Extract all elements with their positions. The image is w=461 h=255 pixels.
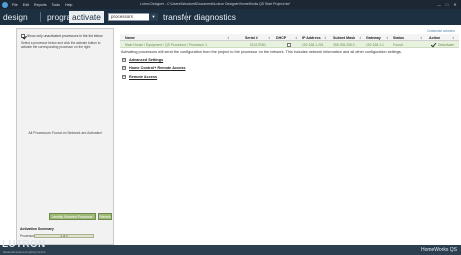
product-name: HomeWorks QS bbox=[420, 247, 457, 253]
expand-plus-icon[interactable]: + bbox=[122, 75, 126, 79]
column-header-ip[interactable]: IP Address bbox=[302, 36, 321, 40]
sort-icon[interactable]: ⇕ bbox=[359, 36, 362, 40]
maximize-icon[interactable]: □ bbox=[444, 2, 450, 7]
column-header-dhcp[interactable]: DHCP bbox=[276, 36, 286, 40]
sort-icon[interactable]: ⇕ bbox=[227, 36, 230, 40]
instructions-text: Select a processor below and click the a… bbox=[21, 41, 101, 49]
activation-summary-heading: Activation Summary bbox=[20, 227, 54, 231]
footer-bar bbox=[0, 245, 461, 255]
window-title: Lutron Designer - C:\Users\Woodsmt\Docum… bbox=[140, 2, 291, 6]
processor-select-value: processors bbox=[111, 14, 134, 19]
section-home-control-remote-access[interactable]: + Home Control+ Remote Access bbox=[122, 66, 186, 70]
grid-header: Name ⇕ Serial # ⇕ DHCP ⇕ IP Address ⇕ Su… bbox=[120, 34, 459, 41]
lutron-tagline: Residential Systems & Lighting Controls bbox=[3, 251, 46, 254]
check-icon bbox=[430, 41, 437, 47]
column-header-gateway[interactable]: Gateway bbox=[366, 36, 381, 40]
identify-processor-button[interactable]: Identify Selected Processor bbox=[49, 213, 96, 220]
section-label[interactable]: Home Control+ Remote Access bbox=[129, 66, 186, 70]
chevron-down-icon[interactable]: ▼ bbox=[149, 13, 158, 21]
tab-transfer[interactable]: transfer bbox=[163, 11, 191, 23]
empty-list-message: All Processors Found on Network are Acti… bbox=[28, 131, 102, 135]
customize-columns-link[interactable]: Customize columns bbox=[427, 29, 455, 33]
menu-edit[interactable]: Edit bbox=[23, 3, 29, 7]
sort-icon[interactable]: ⇕ bbox=[452, 36, 455, 40]
nav-separator bbox=[40, 12, 41, 22]
column-header-action[interactable]: Action bbox=[429, 36, 440, 40]
column-header-subnet[interactable]: Subnet Mask bbox=[333, 36, 355, 40]
tab-activate[interactable]: activate bbox=[69, 11, 104, 23]
cell-subnet: 255.255.255.0 bbox=[333, 42, 355, 47]
section-remote-access[interactable]: + Remote Access bbox=[122, 75, 157, 79]
progress-text: 1 of 1 bbox=[60, 234, 68, 238]
table-row[interactable]: Main House \ Equipment \ QS Processor \ … bbox=[120, 41, 459, 48]
activation-note: Activating processors will send the conf… bbox=[121, 50, 402, 54]
show-unactivated-option[interactable]: Show only unactivated processors in the … bbox=[21, 34, 103, 38]
expand-plus-icon[interactable]: + bbox=[122, 58, 126, 62]
column-header-status[interactable]: Status bbox=[393, 36, 404, 40]
nav-separator bbox=[186, 12, 187, 22]
refresh-button[interactable]: Refresh bbox=[98, 213, 112, 220]
lutron-logo: LUTRON bbox=[2, 239, 46, 250]
processor-list-panel: Show only unactivated processors in the … bbox=[16, 28, 114, 245]
title-bar: File Edit Reports Tools Help Lutron Desi… bbox=[0, 0, 461, 9]
cell-ip: 192.168.1.201 bbox=[302, 42, 324, 47]
column-header-serial[interactable]: Serial # bbox=[245, 36, 258, 40]
show-unactivated-label: Show only unactivated processors in the … bbox=[27, 34, 103, 38]
tab-diagnostics[interactable]: diagnostics bbox=[194, 11, 236, 23]
minimize-icon[interactable]: — bbox=[436, 2, 442, 7]
menu-bar: File Edit Reports Tools Help bbox=[12, 3, 77, 7]
expand-plus-icon[interactable]: + bbox=[122, 66, 126, 70]
section-label[interactable]: Remote Access bbox=[129, 75, 157, 79]
sort-icon[interactable]: ⇕ bbox=[268, 36, 271, 40]
window-controls: — □ ✕ bbox=[434, 2, 458, 7]
cell-status: Found bbox=[393, 42, 403, 47]
dhcp-checkbox[interactable] bbox=[287, 42, 291, 47]
sort-icon[interactable]: ⇕ bbox=[324, 36, 327, 40]
sort-icon[interactable]: ⇕ bbox=[386, 36, 389, 40]
close-icon[interactable]: ✕ bbox=[452, 2, 458, 7]
cell-serial: 01017B8C bbox=[250, 42, 267, 47]
menu-help[interactable]: Help bbox=[65, 3, 72, 7]
column-header-name[interactable]: Name bbox=[125, 36, 135, 40]
menu-file[interactable]: File bbox=[12, 3, 18, 7]
cell-name: Main House \ Equipment \ QS Processor \ … bbox=[125, 42, 207, 47]
show-unactivated-checkbox[interactable] bbox=[21, 34, 25, 38]
section-label[interactable]: Advanced Settings bbox=[129, 58, 163, 62]
menu-reports[interactable]: Reports bbox=[34, 3, 47, 7]
sort-icon[interactable]: ⇕ bbox=[295, 36, 298, 40]
main-nav: design program activate processors ▼ tra… bbox=[0, 9, 461, 25]
tab-design[interactable]: design bbox=[3, 11, 28, 23]
app-icon bbox=[2, 1, 8, 8]
section-advanced-settings[interactable]: + Advanced Settings bbox=[122, 58, 163, 62]
activation-progress-bar: 1 of 1 bbox=[34, 234, 94, 238]
sort-icon[interactable]: ⇕ bbox=[420, 36, 423, 40]
processor-select[interactable]: processors ▼ bbox=[108, 13, 158, 21]
deactivate-link[interactable]: Deactivate bbox=[438, 43, 454, 47]
menu-tools[interactable]: Tools bbox=[52, 3, 60, 7]
cell-gateway: 192.168.1.1 bbox=[366, 42, 384, 47]
